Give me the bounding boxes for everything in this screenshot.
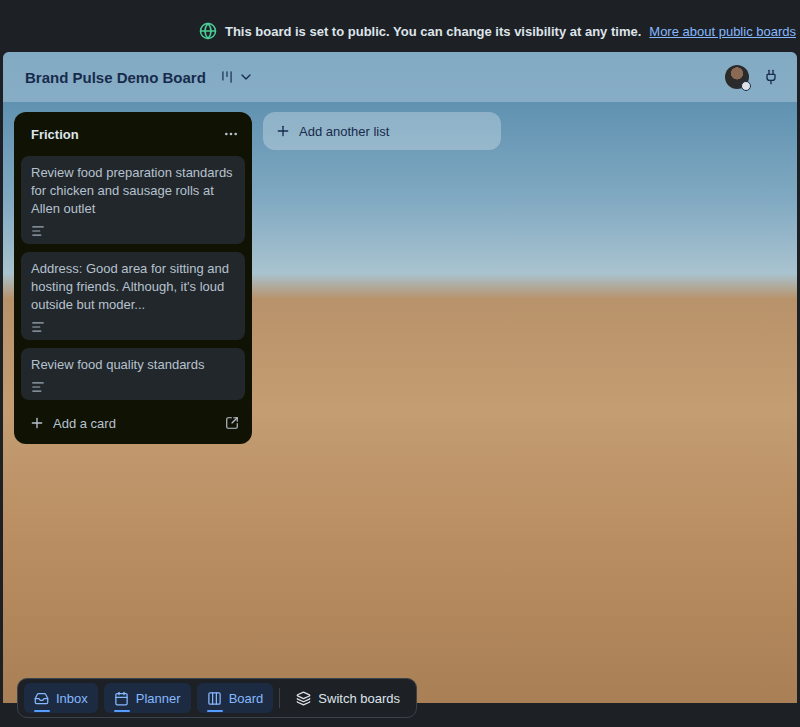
chevron-down-icon [238,69,254,85]
bottom-nav: InboxPlannerBoard Switch boards [17,678,417,718]
list: Friction Review food preparation standard… [14,112,252,444]
view-switcher[interactable] [216,67,258,87]
description-icon [31,380,45,394]
board-title[interactable]: Brand Pulse Demo Board [25,69,206,86]
nav-divider [279,688,280,708]
more-icon [223,126,239,142]
board-icon [207,691,222,706]
card-title: Review food quality standards [31,356,235,374]
avatar-badge [741,81,751,91]
card-title: Address: Good area for sitting and hosti… [31,260,235,314]
add-list-button[interactable]: Add another list [263,112,501,150]
app: This board is set to public. You can cha… [0,0,800,727]
nav-underline [114,710,130,712]
switch-boards-icon [296,691,311,706]
card[interactable]: Review food quality standards [21,348,245,400]
visibility-banner: This board is set to public. You can cha… [0,0,800,52]
nav-item[interactable]: Planner [104,683,191,713]
board: Brand Pulse Demo Board Friction Review foo… [3,52,797,703]
board-canvas: Friction Review food preparation standard… [3,102,797,703]
card-template-button[interactable] [223,414,241,432]
description-icon [31,224,45,238]
nav-underline [207,710,223,712]
power-ups-button[interactable] [761,67,781,87]
description-icon [31,320,45,334]
card[interactable]: Address: Good area for sitting and hosti… [21,252,245,340]
nav-item[interactable]: Board [197,683,274,713]
board-view-icon [220,70,234,84]
user-avatar[interactable] [725,65,749,89]
calendar-icon [114,691,129,706]
list-title[interactable]: Friction [31,127,79,142]
nav-item[interactable]: Inbox [24,683,98,713]
list-menu-button[interactable] [221,124,241,144]
card[interactable]: Review food preparation standards for ch… [21,156,245,244]
template-icon [225,416,239,430]
add-card-button[interactable]: Add a card [29,415,116,431]
inbox-icon [34,691,49,706]
banner-link[interactable]: More about public boards [649,24,796,39]
banner-text: This board is set to public. You can cha… [225,24,641,39]
nav-underline [34,710,50,712]
plug-icon [763,69,779,85]
board-header: Brand Pulse Demo Board [3,52,797,102]
plus-icon [275,123,291,139]
globe-icon [199,22,217,40]
nav-item[interactable]: Switch boards [286,683,410,713]
card-title: Review food preparation standards for ch… [31,164,235,218]
plus-icon [29,415,45,431]
